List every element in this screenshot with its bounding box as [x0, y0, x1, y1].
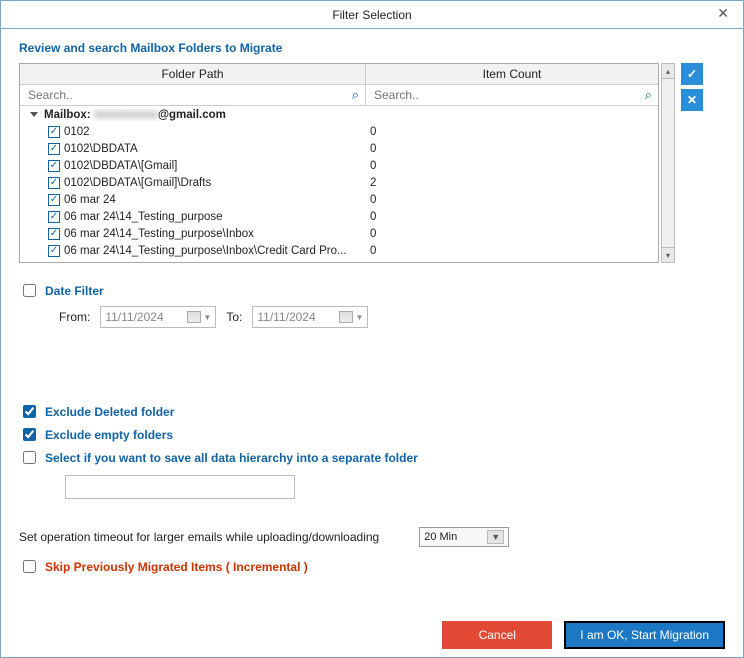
uncheck-all-button[interactable]: ✕: [681, 89, 703, 111]
table-row[interactable]: 06 mar 24\14_Testing_purpose\Inbox\Credi…: [20, 242, 658, 259]
skip-previous-label: Skip Previously Migrated Items ( Increme…: [45, 560, 308, 574]
hierarchy-checkbox[interactable]: [23, 451, 36, 464]
scroll-down-icon[interactable]: ▾: [661, 247, 675, 263]
row-checkbox[interactable]: [48, 126, 60, 138]
timeout-label: Set operation timeout for larger emails …: [19, 530, 379, 544]
folder-path-cell: 06 mar 24\14_Testing_purpose\Inbox: [64, 228, 254, 240]
exclude-empty-label: Exclude empty folders: [45, 428, 173, 442]
table-row[interactable]: 06 mar 24\14_Testing_purpose\Inbox 0: [20, 225, 658, 242]
table-row[interactable]: 06 mar 24\14_Testing_purpose 0: [20, 208, 658, 225]
folder-path-cell: 06 mar 24: [64, 194, 116, 206]
window-title: Filter Selection: [332, 8, 411, 22]
table-row[interactable]: 06 mar 24 0: [20, 191, 658, 208]
item-count-cell: 0: [366, 245, 658, 257]
hierarchy-folder-input[interactable]: [65, 475, 295, 499]
col-folder-path[interactable]: Folder Path: [20, 64, 366, 84]
mailbox-name-hidden: xxxxxxxxxx: [94, 109, 158, 121]
vertical-scrollbar[interactable]: ▴ ▾: [661, 63, 675, 263]
search-folder-path[interactable]: [26, 87, 348, 103]
check-all-button[interactable]: ✓: [681, 63, 703, 85]
item-count-cell: 0: [366, 211, 658, 223]
item-count-cell: 0: [366, 194, 658, 206]
row-checkbox[interactable]: [48, 228, 60, 240]
hierarchy-label: Select if you want to save all data hier…: [45, 451, 418, 465]
table-row[interactable]: 06 mar 24\18febgunjan: [20, 259, 658, 262]
collapse-icon[interactable]: [30, 112, 38, 117]
table-row[interactable]: 0102\DBDATA\[Gmail]\Drafts 2: [20, 174, 658, 191]
row-checkbox[interactable]: [48, 262, 60, 263]
folder-grid: Folder Path Item Count ⌕ ⌕ Mailbox:: [19, 63, 725, 263]
calendar-icon: [187, 311, 201, 323]
timeout-select[interactable]: 20 Min ▼: [419, 527, 509, 547]
col-item-count[interactable]: Item Count: [366, 64, 658, 84]
row-checkbox[interactable]: [48, 194, 60, 206]
table-row[interactable]: 0102 0: [20, 123, 658, 140]
item-count-cell: 0: [366, 126, 658, 138]
folder-path-cell: 0102\DBDATA\[Gmail]\Drafts: [64, 177, 211, 189]
row-checkbox[interactable]: [48, 160, 60, 172]
folder-path-cell: 0102: [64, 126, 90, 138]
mailbox-prefix: Mailbox:: [44, 109, 91, 121]
table-row[interactable]: 0102\DBDATA 0: [20, 140, 658, 157]
row-checkbox[interactable]: [48, 143, 60, 155]
exclude-deleted-checkbox[interactable]: [23, 405, 36, 418]
mailbox-root-row[interactable]: Mailbox: xxxxxxxxxx @gmail.com: [20, 106, 658, 123]
folder-path-cell: 06 mar 24\14_Testing_purpose\Inbox\Credi…: [64, 245, 347, 257]
from-label: From:: [59, 310, 90, 324]
folder-path-cell: 0102\DBDATA\[Gmail]: [64, 160, 177, 172]
item-count-cell: 0: [366, 143, 658, 155]
calendar-icon: [339, 311, 353, 323]
cancel-button[interactable]: Cancel: [442, 621, 552, 649]
date-from-input[interactable]: 11/11/2024 ▼: [100, 306, 216, 328]
folder-path-cell: 06 mar 24\14_Testing_purpose: [64, 211, 223, 223]
row-checkbox[interactable]: [48, 245, 60, 257]
date-filter-checkbox[interactable]: [23, 284, 36, 297]
chevron-down-icon: ▼: [487, 530, 504, 544]
skip-previous-checkbox[interactable]: [23, 560, 36, 573]
folder-path-cell: 06 mar 24\18febgunjan: [64, 262, 182, 263]
search-item-count[interactable]: [372, 87, 641, 103]
exclude-empty-checkbox[interactable]: [23, 428, 36, 441]
date-filter-label: Date Filter: [45, 284, 104, 298]
table-row[interactable]: 0102\DBDATA\[Gmail] 0: [20, 157, 658, 174]
row-checkbox[interactable]: [48, 211, 60, 223]
search-icon[interactable]: ⌕: [352, 87, 359, 103]
row-checkbox[interactable]: [48, 177, 60, 189]
item-count-cell: 0: [366, 160, 658, 172]
item-count-cell: 0: [366, 228, 658, 240]
mailbox-suffix: @gmail.com: [158, 109, 226, 121]
folder-path-cell: 0102\DBDATA: [64, 143, 138, 155]
search-icon[interactable]: ⌕: [645, 87, 652, 103]
item-count-cell: 2: [366, 177, 658, 189]
date-to-input[interactable]: 11/11/2024 ▼: [252, 306, 368, 328]
page-heading: Review and search Mailbox Folders to Mig…: [19, 41, 725, 55]
start-migration-button[interactable]: I am OK, Start Migration: [564, 621, 725, 649]
close-icon[interactable]: ✕: [711, 3, 735, 24]
scroll-up-icon[interactable]: ▴: [661, 63, 675, 79]
to-label: To:: [226, 310, 242, 324]
exclude-deleted-label: Exclude Deleted folder: [45, 405, 174, 419]
